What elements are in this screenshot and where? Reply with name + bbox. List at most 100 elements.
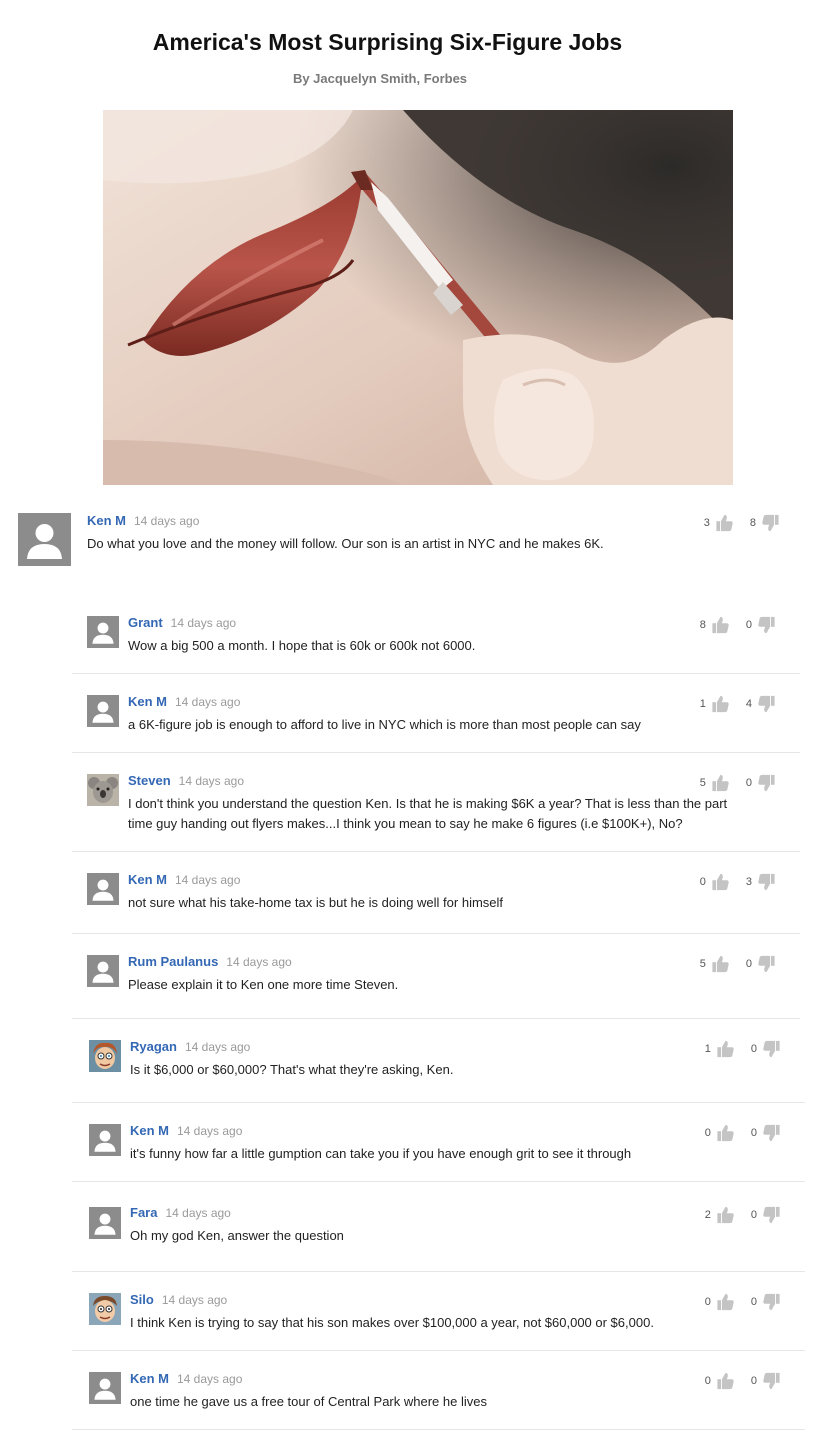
commenter-name[interactable]: Rum Paulanus (128, 954, 218, 969)
avatar[interactable] (87, 616, 119, 648)
thumbs-up-icon[interactable] (716, 1040, 735, 1058)
thumbs-up-icon[interactable] (711, 695, 730, 713)
thumbs-up-icon[interactable] (711, 774, 730, 792)
thumbs-up-icon[interactable] (711, 616, 730, 634)
downvote-count: 0 (745, 958, 752, 970)
comment-timestamp: 14 days ago (175, 695, 241, 709)
koala-avatar-icon (87, 774, 119, 806)
downvote-count: 0 (750, 1043, 757, 1055)
thumbs-up-icon[interactable] (716, 1206, 735, 1224)
comment-timestamp: 14 days ago (178, 774, 245, 788)
cartoon-face-avatar-icon (89, 1293, 121, 1325)
commenter-name[interactable]: Ryagan (130, 1039, 177, 1054)
comment-reply: Ken M 14 days ago it's funny how far a li… (72, 1102, 805, 1182)
thumbs-up-icon[interactable] (716, 1293, 735, 1311)
commenter-name[interactable]: Ken M (130, 1123, 169, 1138)
thumbs-down-icon[interactable] (757, 695, 776, 713)
vote-controls: 0 0 (705, 1292, 781, 1312)
commenter-name[interactable]: Silo (130, 1292, 154, 1307)
downvote-count: 3 (745, 876, 752, 888)
comment-reply: Rum Paulanus 14 days ago Please explain i… (72, 933, 800, 1019)
commenter-name[interactable]: Ken M (130, 1371, 169, 1386)
commenter-name[interactable]: Fara (130, 1205, 157, 1220)
comment-timestamp: 14 days ago (170, 616, 237, 630)
upvote-count: 0 (704, 1296, 711, 1308)
comment-text: not sure what his take-home tax is but h… (128, 895, 504, 910)
comment-timestamp: 14 days ago (177, 1372, 243, 1386)
avatar[interactable] (87, 774, 119, 806)
avatar[interactable] (89, 1293, 121, 1325)
vote-controls: 0 0 (705, 1123, 781, 1143)
thumbs-up-icon[interactable] (711, 955, 730, 973)
thumbs-down-icon[interactable] (762, 1293, 781, 1311)
avatar[interactable] (87, 955, 119, 987)
comment-timestamp: 14 days ago (184, 1040, 251, 1054)
comment-text: it's funny how far a little gumption can… (130, 1146, 632, 1161)
commenter-name[interactable]: Steven (128, 773, 171, 788)
thumbs-up-icon[interactable] (715, 514, 734, 532)
downvote-count: 0 (745, 619, 752, 631)
avatar[interactable] (89, 1124, 121, 1156)
downvote-count: 0 (745, 777, 752, 789)
vote-controls: 0 3 (700, 872, 776, 892)
comment-text: one time he gave us a free tour of Centr… (130, 1394, 487, 1409)
thumbs-down-icon[interactable] (762, 1372, 781, 1390)
avatar[interactable] (89, 1207, 121, 1239)
comment-reply: Silo 14 days ago I think Ken is trying to… (72, 1271, 805, 1351)
comment-reply: Grant 14 days ago Wow a big 500 a month. … (72, 594, 800, 674)
avatar[interactable] (87, 873, 119, 905)
upvote-count: 0 (704, 1375, 711, 1387)
upvote-count: 5 (699, 777, 706, 789)
comment-reply: Ken M 14 days ago not sure what his take-… (72, 851, 800, 934)
thumbs-down-icon[interactable] (757, 774, 776, 792)
commenter-name[interactable]: Grant (128, 615, 163, 630)
thumbs-down-icon[interactable] (757, 955, 776, 973)
comment-timestamp: 14 days ago (134, 514, 200, 528)
avatar[interactable] (18, 513, 71, 566)
commenter-name[interactable]: Ken M (87, 513, 126, 528)
thumbs-up-icon[interactable] (716, 1372, 735, 1390)
thumbs-down-icon[interactable] (757, 616, 776, 634)
upvote-count: 1 (699, 698, 706, 710)
comment-reply: Ken M 14 days ago a 6K-figure job is enou… (72, 673, 800, 753)
user-silhouette-icon (92, 879, 114, 901)
avatar[interactable] (89, 1372, 121, 1404)
article-hero-image (103, 110, 733, 485)
avatar[interactable] (87, 695, 119, 727)
user-silhouette-icon (92, 701, 114, 723)
cartoon-face-avatar-icon (89, 1040, 121, 1072)
vote-controls: 3 8 (704, 513, 780, 533)
upvote-count: 3 (703, 517, 710, 529)
thumbs-up-icon[interactable] (716, 1124, 735, 1142)
commenter-name[interactable]: Ken M (128, 694, 167, 709)
upvote-count: 8 (699, 619, 706, 631)
user-silhouette-icon (94, 1213, 116, 1235)
commenter-name[interactable]: Ken M (128, 872, 167, 887)
vote-controls: 2 0 (705, 1205, 781, 1225)
comment-text: Wow a big 500 a month. I hope that is 60… (128, 638, 476, 653)
upvote-count: 2 (704, 1209, 711, 1221)
comment-timestamp: 14 days ago (226, 955, 292, 969)
upvote-count: 0 (699, 876, 706, 888)
comment-text: I think Ken is trying to say that his so… (130, 1315, 654, 1330)
vote-controls: 5 0 (700, 773, 776, 793)
upvote-count: 1 (704, 1043, 711, 1055)
vote-controls: 0 0 (705, 1371, 781, 1391)
article-title: America's Most Surprising Six-Figure Job… (152, 29, 623, 55)
vote-controls: 8 0 (700, 615, 776, 635)
downvote-count: 0 (750, 1296, 757, 1308)
downvote-count: 4 (745, 698, 752, 710)
vote-controls: 1 0 (705, 1039, 781, 1059)
thumbs-down-icon[interactable] (762, 1206, 781, 1224)
thumbs-down-icon[interactable] (762, 1040, 781, 1058)
comment-text: Oh my god Ken, answer the question (130, 1228, 344, 1243)
comment-text: Please explain it to Ken one more time S… (128, 977, 399, 992)
article-byline: By Jacquelyn Smith, Forbes (292, 71, 468, 86)
thumbs-down-icon[interactable] (762, 1124, 781, 1142)
avatar[interactable] (89, 1040, 121, 1072)
downvote-count: 0 (750, 1375, 757, 1387)
thumbs-up-icon[interactable] (711, 873, 730, 891)
comment-timestamp: 14 days ago (177, 1124, 243, 1138)
thumbs-down-icon[interactable] (761, 514, 780, 532)
thumbs-down-icon[interactable] (757, 873, 776, 891)
